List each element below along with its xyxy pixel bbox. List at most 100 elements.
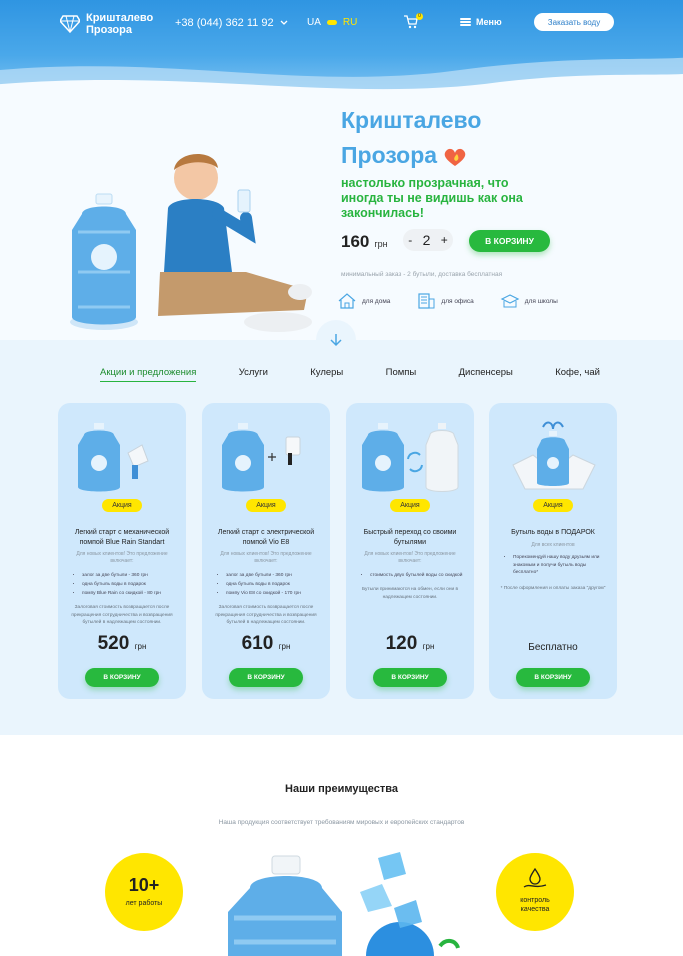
header-wave	[0, 57, 683, 92]
usage-list: для дома для офиса для школы	[337, 292, 558, 310]
lang-ua[interactable]: UA	[307, 17, 321, 28]
card-title: Бутыль воды в ПОДАРОК	[511, 529, 595, 536]
list-item: стоимость двух бутылей воды со скидкой	[370, 571, 464, 580]
bottle-with-pump-image	[78, 423, 149, 492]
list-item: помпу Vio E8 со скидкой - 170 грн	[226, 589, 320, 598]
office-icon	[418, 293, 435, 309]
bottle-with-electric-pump-image	[222, 423, 301, 492]
tab-services[interactable]: Услуги	[239, 367, 268, 382]
hero-tagline: настолько прозрачная, что иногда ты не в…	[341, 176, 523, 220]
logo-line-1: Кришталево	[86, 12, 154, 24]
promo-badge: Акция	[246, 499, 286, 512]
card-price: 120 грн	[346, 633, 474, 655]
card-note: Залоговая стоимость возвращается после п…	[71, 605, 173, 625]
years-label: лет работы	[125, 900, 163, 907]
card-list: Порекомендуй нашу воду друзьям или знако…	[503, 554, 607, 577]
order-water-button[interactable]: Заказать воду	[534, 13, 614, 31]
language-switch[interactable]: UA RU	[307, 17, 357, 28]
card-price-currency: грн	[278, 642, 291, 651]
cart-button[interactable]: 0	[404, 13, 423, 31]
card-price-value: 610	[241, 633, 274, 654]
qty-value[interactable]: 2	[423, 232, 431, 248]
card-price-currency: грн	[134, 642, 147, 651]
advantage-years: 10+ лет работы	[105, 853, 183, 931]
lang-ru[interactable]: RU	[343, 17, 357, 28]
quality-control-icon	[523, 867, 547, 888]
qty-minus-button[interactable]: -	[408, 233, 412, 247]
use-school: для школы	[500, 292, 558, 310]
advantage-quality: контроль качества	[496, 853, 574, 931]
advantages-subtitle: Наша продукция соответствует требованиям…	[218, 819, 465, 826]
card-subtitle: Для новых клиентов! Это предложение вклю…	[76, 551, 168, 564]
card-subtitle: Для всех клиентов	[531, 542, 575, 548]
card-price: 520 грн	[58, 633, 186, 655]
use-office: для офиса	[416, 292, 474, 310]
logo-line-2: Прозора	[86, 24, 132, 36]
card-list: залог за две бутыли - 360 грн одна бутыл…	[216, 571, 320, 598]
card-add-to-cart-button[interactable]: В КОРЗИНУ	[85, 668, 159, 687]
quantity-stepper[interactable]: - 2 +	[403, 229, 453, 251]
hero-title: Кришталево Прозора	[341, 103, 641, 173]
card-add-to-cart-button[interactable]: В КОРЗИНУ	[516, 668, 590, 687]
card-price-currency: грн	[422, 642, 435, 651]
card-title: Легкий старт с механической помпой Blue …	[74, 529, 170, 546]
promo-badge: Акция	[390, 499, 430, 512]
tab-promotions[interactable]: Акции и предложения	[100, 367, 197, 382]
card-price-free: Бесплатно	[528, 642, 578, 653]
diamond-logo-icon	[60, 15, 80, 33]
hero-title-line-1: Кришталево	[341, 107, 482, 133]
offer-card: Акция Быстрый переход со своими бутылями…	[346, 403, 474, 699]
card-list: стоимость двух бутылей воды со скидкой	[360, 571, 464, 580]
card-subtitle: Для новых клиентов! Это предложение вклю…	[220, 551, 312, 564]
bottle-exchange-image	[362, 423, 459, 492]
phone-number: +38 (044) 362 11 92	[175, 17, 274, 29]
tab-pumps[interactable]: Помпы	[386, 367, 417, 382]
lang-toggle[interactable]	[326, 20, 337, 25]
quality-label-2: качества	[520, 906, 550, 913]
qty-plus-button[interactable]: +	[441, 233, 448, 247]
use-school-label: для школы	[524, 297, 558, 305]
offer-card: Акция Бутыль воды в ПОДАРОК Для всех кли…	[489, 403, 617, 699]
offer-card: Акция Легкий старт с электрической помпо…	[202, 403, 330, 699]
scroll-down-button[interactable]	[316, 320, 356, 360]
card-price-value: 520	[97, 633, 130, 654]
offer-card: Акция Легкий старт с механической помпой…	[58, 403, 186, 699]
quality-label-1: контроль	[520, 897, 550, 904]
menu-button[interactable]: Меню	[460, 17, 502, 27]
use-home-label: для дома	[362, 297, 391, 305]
bottle-with-ice-image	[228, 852, 460, 956]
min-order-note: минимальный заказ - 2 бутыли, доставка б…	[341, 271, 503, 278]
hero-section: Кришталево Прозора настолько прозрачная,…	[0, 92, 683, 340]
card-note: Бутыли принимаются на обмен, если они в …	[361, 587, 459, 600]
cart-count-badge: 0	[416, 13, 423, 20]
logo[interactable]: Кришталево Прозора	[60, 12, 153, 36]
tab-dispensers[interactable]: Диспенсеры	[459, 367, 513, 382]
card-subtitle: Для новых клиентов! Это предложение вклю…	[364, 551, 456, 564]
chevron-down-icon	[280, 20, 288, 25]
advantages-title: Наши преимущества	[285, 783, 398, 795]
hero-price-value: 160	[341, 232, 370, 251]
hero-boy-with-bottle-image	[70, 153, 312, 332]
card-add-to-cart-button[interactable]: В КОРЗИНУ	[229, 668, 303, 687]
card-price-value: 120	[385, 633, 418, 654]
list-item: залог за две бутыли - 360 грн	[82, 571, 176, 580]
card-list: залог за две бутыли - 360 грн одна бутыл…	[72, 571, 176, 598]
list-item: одна бутыль воды в подарок	[226, 580, 320, 589]
phone-dropdown[interactable]: +38 (044) 362 11 92	[175, 17, 288, 29]
card-note: * После оформления и оплаты заказа "друг…	[500, 586, 606, 591]
gift-bottle-image	[512, 421, 596, 490]
house-icon	[338, 293, 356, 309]
card-title: Быстрый переход со своими бутылями	[363, 529, 457, 546]
card-title: Легкий старт с электрической помпой Vio …	[217, 529, 315, 546]
card-note: Залоговая стоимость возвращается после п…	[215, 605, 317, 625]
tab-coolers[interactable]: Кулеры	[310, 367, 343, 382]
card-add-to-cart-button[interactable]: В КОРЗИНУ	[373, 668, 447, 687]
hero-add-to-cart-button[interactable]: В КОРЗИНУ	[469, 230, 550, 252]
hero-title-line-2: Прозора	[341, 142, 438, 168]
promo-badge: Акция	[533, 499, 573, 512]
list-item: залог за две бутыли - 360 грн	[226, 571, 320, 580]
menu-label: Меню	[476, 17, 502, 27]
use-home: для дома	[337, 292, 390, 310]
menu-icon	[460, 18, 471, 26]
tab-coffee-tea[interactable]: Кофе, чай	[555, 367, 600, 382]
